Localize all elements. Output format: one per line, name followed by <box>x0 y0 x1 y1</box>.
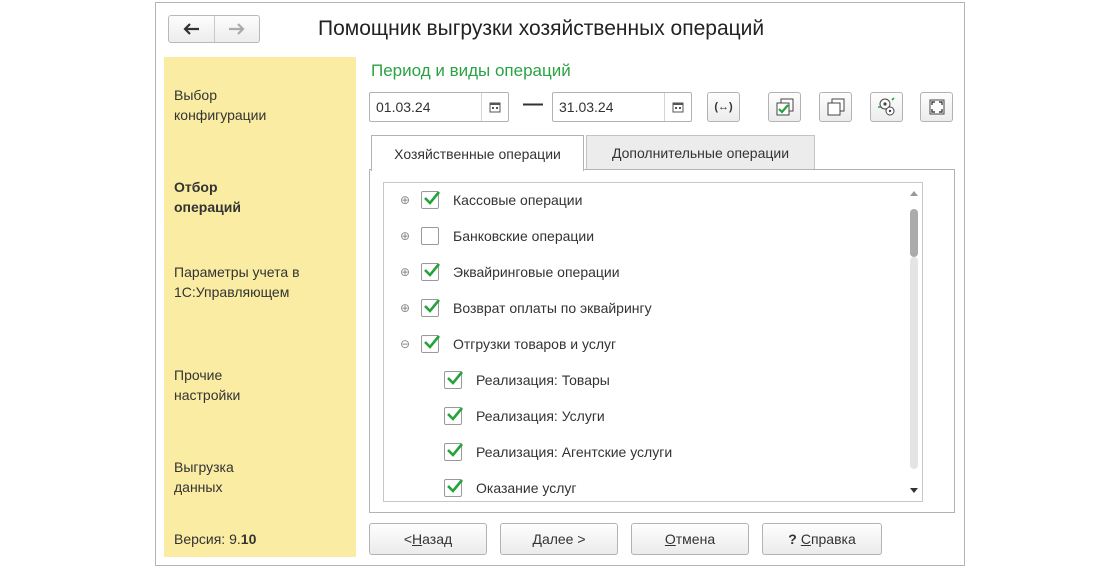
row-checkbox[interactable] <box>444 479 464 497</box>
tree-row[interactable]: ⊕ Кассовые операции <box>398 187 582 213</box>
help-button[interactable]: ? Справка <box>762 523 882 555</box>
checkmark-icon <box>424 263 441 277</box>
arrow-right-icon <box>228 23 245 35</box>
tree-row-label: Реализация: Агентские услуги <box>476 444 673 460</box>
scroll-up-icon[interactable] <box>910 191 918 196</box>
uncheck-all-icon <box>827 98 844 116</box>
navigation-buttons <box>168 15 260 43</box>
tree-row-label: Банковские операции <box>453 228 595 244</box>
period-end-value: 31.03.24 <box>559 99 614 115</box>
sidebar-item-operations-filter[interactable]: Отбор операций <box>174 177 274 217</box>
checkmark-icon <box>424 335 441 349</box>
checkmark-icon <box>447 407 464 421</box>
section-title: Период и виды операций <box>371 61 571 80</box>
tree-row[interactable]: ⊖ Отгрузки товаров и услуг <box>398 331 616 357</box>
row-checkbox[interactable] <box>444 371 464 389</box>
period-start-field[interactable]: 01.03.24 <box>369 92 509 122</box>
row-checkbox[interactable] <box>421 191 441 209</box>
expand-icon[interactable]: ⊕ <box>398 265 412 279</box>
tree-row[interactable]: Реализация: Агентские услуги <box>444 439 672 465</box>
checkmark-icon <box>447 443 464 457</box>
calendar-icon[interactable] <box>481 93 508 121</box>
tree-row-label: Эквайринговые операции <box>453 264 620 280</box>
period-end-field[interactable]: 31.03.24 <box>552 92 692 122</box>
check-all-icon <box>776 98 793 116</box>
assistant-window: Помощник выгрузки хозяйственных операций… <box>155 2 965 566</box>
row-checkbox[interactable] <box>421 227 439 245</box>
tree-row[interactable]: ⊕ Банковские операции <box>398 223 594 249</box>
tab-additional-operations[interactable]: Дополнительные операции <box>586 135 815 169</box>
period-start-value: 01.03.24 <box>376 99 431 115</box>
arrow-left-icon <box>183 23 200 35</box>
tree-row[interactable]: Реализация: Товары <box>444 367 610 393</box>
version-label: Версия: 9.10 <box>174 531 257 547</box>
scrollbar-track[interactable] <box>910 257 918 469</box>
sidebar-item-other-settings[interactable]: Прочие настройки <box>174 365 274 405</box>
row-checkbox[interactable] <box>421 263 441 281</box>
settings-icon <box>877 97 895 116</box>
tree-row[interactable]: ⊕ Возврат оплаты по эквайрингу <box>398 295 652 321</box>
tab-panel: ⊕ Кассовые операции ⊕ Банковские операции ⊕ Э… <box>369 169 955 513</box>
wizard-sidebar: Выбор конфигурации Отбор операций Параме… <box>164 57 356 557</box>
back-button[interactable]: < Назад <box>369 523 487 555</box>
checkmark-icon <box>447 479 464 493</box>
settings-button[interactable] <box>870 92 903 122</box>
window-title: Помощник выгрузки хозяйственных операций <box>318 17 765 40</box>
calendar-icon[interactable] <box>664 93 691 121</box>
uncheck-all-button[interactable] <box>819 92 852 122</box>
tree-row[interactable]: Реализация: Услуги <box>444 403 605 429</box>
tab-business-operations[interactable]: Хозяйственные операции <box>371 135 584 171</box>
collapse-icon[interactable]: ⊖ <box>398 337 412 351</box>
check-all-button[interactable] <box>768 92 801 122</box>
tree-row-label: Отгрузки товаров и услуг <box>453 336 617 352</box>
tree-row-label: Оказание услуг <box>476 480 577 496</box>
tree-row-label: Кассовые операции <box>453 192 583 208</box>
fullscreen-button[interactable] <box>920 92 953 122</box>
back-nav-button[interactable] <box>169 16 214 42</box>
tree-row-label: Возврат оплаты по эквайрингу <box>453 300 652 316</box>
next-button[interactable]: Далее > <box>500 523 618 555</box>
cancel-button[interactable]: Отмена <box>631 523 749 555</box>
forward-nav-button[interactable] <box>213 16 260 42</box>
expand-icon[interactable]: ⊕ <box>398 193 412 207</box>
expand-icon[interactable]: ⊕ <box>398 301 412 315</box>
select-period-button[interactable]: (↔) <box>707 92 740 122</box>
vertical-scrollbar[interactable] <box>906 183 922 501</box>
tree-row[interactable]: ⊕ Эквайринговые операции <box>398 259 620 285</box>
operations-tree: ⊕ Кассовые операции ⊕ Банковские операции ⊕ Э… <box>383 182 923 502</box>
sidebar-item-data-export[interactable]: Выгрузка данных <box>174 457 274 497</box>
period-separator: — <box>523 93 543 115</box>
tree-row-label: Реализация: Услуги <box>476 408 605 424</box>
row-checkbox[interactable] <box>421 299 441 317</box>
tree-row-label: Реализация: Товары <box>476 372 610 388</box>
scrollbar-thumb[interactable] <box>910 209 918 257</box>
fullscreen-icon <box>929 99 944 115</box>
tree-row[interactable]: Оказание услуг <box>444 475 577 501</box>
checkmark-icon <box>447 371 464 385</box>
period-select-icon: (↔) <box>714 101 733 113</box>
row-checkbox[interactable] <box>421 335 441 353</box>
checkmark-icon <box>424 191 441 205</box>
expand-icon[interactable]: ⊕ <box>398 229 412 243</box>
checkmark-icon <box>424 299 441 313</box>
scroll-down-icon[interactable] <box>910 488 918 493</box>
row-checkbox[interactable] <box>444 407 464 425</box>
row-checkbox[interactable] <box>444 443 464 461</box>
sidebar-item-config-select[interactable]: Выбор конфигурации <box>174 85 294 125</box>
sidebar-item-accounting-params[interactable]: Параметры учета в 1С:Управляющем <box>174 262 324 302</box>
